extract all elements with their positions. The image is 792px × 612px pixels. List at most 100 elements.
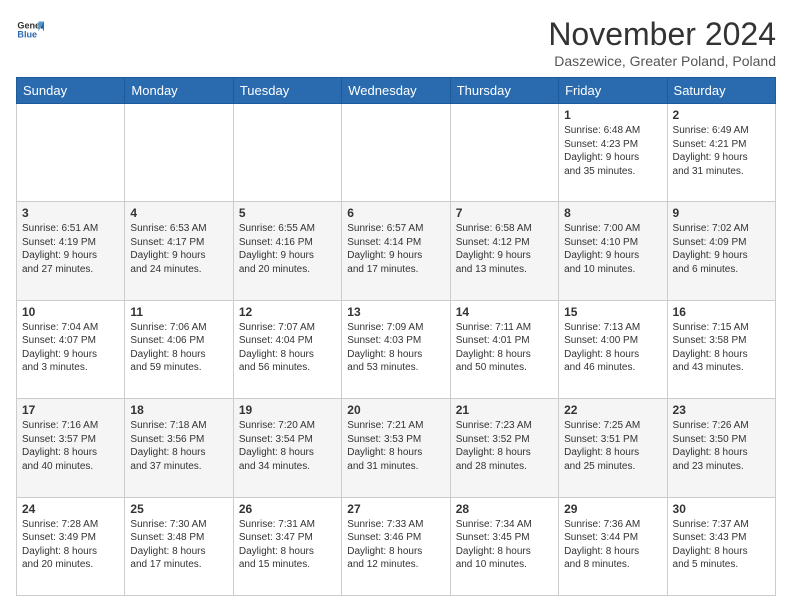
weekday-header: Friday bbox=[559, 78, 667, 104]
day-number: 20 bbox=[347, 403, 444, 417]
day-number: 2 bbox=[673, 108, 770, 122]
weekday-header: Sunday bbox=[17, 78, 125, 104]
day-info: Sunrise: 6:53 AMSunset: 4:17 PMDaylight:… bbox=[130, 222, 227, 276]
calendar-cell: 27 Sunrise: 7:33 AMSunset: 3:46 PMDayligh… bbox=[342, 497, 450, 595]
day-number: 27 bbox=[347, 502, 444, 516]
logo: General Blue bbox=[16, 16, 44, 44]
day-number: 7 bbox=[456, 206, 553, 220]
calendar-cell bbox=[233, 104, 341, 202]
calendar-cell: 29 Sunrise: 7:36 AMSunset: 3:44 PMDayligh… bbox=[559, 497, 667, 595]
day-info: Sunrise: 7:15 AMSunset: 3:58 PMDaylight:… bbox=[673, 321, 770, 375]
calendar-cell: 5Sunrise: 6:55 AMSunset: 4:16 PMDaylight… bbox=[233, 202, 341, 300]
day-info: Sunrise: 6:48 AMSunset: 4:23 PMDaylight:… bbox=[564, 124, 661, 178]
calendar-cell: 26 Sunrise: 7:31 AMSunset: 3:47 PMDayligh… bbox=[233, 497, 341, 595]
weekday-header: Monday bbox=[125, 78, 233, 104]
weekday-header: Thursday bbox=[450, 78, 558, 104]
day-number: 24 bbox=[22, 502, 119, 516]
day-number: 23 bbox=[673, 403, 770, 417]
day-number: 5 bbox=[239, 206, 336, 220]
day-info: Sunrise: 6:49 AMSunset: 4:21 PMDaylight:… bbox=[673, 124, 770, 178]
calendar-cell: 4 Sunrise: 6:53 AMSunset: 4:17 PMDaylight… bbox=[125, 202, 233, 300]
day-number: 12 bbox=[239, 305, 336, 319]
day-info: Sunrise: 7:26 AMSunset: 3:50 PMDaylight:… bbox=[673, 419, 770, 473]
day-number: 6 bbox=[347, 206, 444, 220]
calendar-cell: 23 Sunrise: 7:26 AMSunset: 3:50 PMDayligh… bbox=[667, 399, 775, 497]
day-number: 22 bbox=[564, 403, 661, 417]
calendar: SundayMondayTuesdayWednesdayThursdayFrid… bbox=[16, 77, 776, 596]
calendar-cell: 16 Sunrise: 7:15 AMSunset: 3:58 PMDayligh… bbox=[667, 300, 775, 398]
calendar-cell: 8 Sunrise: 7:00 AMSunset: 4:10 PMDaylight… bbox=[559, 202, 667, 300]
day-number: 29 bbox=[564, 502, 661, 516]
calendar-cell: 14 Sunrise: 7:11 AMSunset: 4:01 PMDayligh… bbox=[450, 300, 558, 398]
calendar-cell: 21Sunrise: 7:23 AMSunset: 3:52 PMDayligh… bbox=[450, 399, 558, 497]
calendar-cell: 30 Sunrise: 7:37 AMSunset: 3:43 PMDayligh… bbox=[667, 497, 775, 595]
calendar-cell: 11Sunrise: 7:06 AMSunset: 4:06 PMDayligh… bbox=[125, 300, 233, 398]
day-info: Sunrise: 7:18 AMSunset: 3:56 PMDaylight:… bbox=[130, 419, 227, 473]
calendar-cell: 17 Sunrise: 7:16 AMSunset: 3:57 PMDayligh… bbox=[17, 399, 125, 497]
day-number: 15 bbox=[564, 305, 661, 319]
calendar-cell bbox=[125, 104, 233, 202]
calendar-cell bbox=[450, 104, 558, 202]
day-info: Sunrise: 7:34 AMSunset: 3:45 PMDaylight:… bbox=[456, 518, 553, 572]
day-number: 10 bbox=[22, 305, 119, 319]
title-section: November 2024 Daszewice, Greater Poland,… bbox=[548, 16, 776, 69]
day-number: 28 bbox=[456, 502, 553, 516]
calendar-cell: 10 Sunrise: 7:04 AMSunset: 4:07 PMDayligh… bbox=[17, 300, 125, 398]
day-number: 16 bbox=[673, 305, 770, 319]
day-number: 30 bbox=[673, 502, 770, 516]
svg-text:Blue: Blue bbox=[17, 30, 37, 40]
day-info: Sunrise: 7:11 AMSunset: 4:01 PMDaylight:… bbox=[456, 321, 553, 375]
day-number: 1 bbox=[564, 108, 661, 122]
calendar-cell: 3Sunrise: 6:51 AMSunset: 4:19 PMDaylight… bbox=[17, 202, 125, 300]
calendar-cell: 24 Sunrise: 7:28 AMSunset: 3:49 PMDayligh… bbox=[17, 497, 125, 595]
calendar-cell: 28 Sunrise: 7:34 AMSunset: 3:45 PMDayligh… bbox=[450, 497, 558, 595]
calendar-cell: 6 Sunrise: 6:57 AMSunset: 4:14 PMDaylight… bbox=[342, 202, 450, 300]
calendar-cell: 18 Sunrise: 7:18 AMSunset: 3:56 PMDayligh… bbox=[125, 399, 233, 497]
calendar-cell: 2 Sunrise: 6:49 AMSunset: 4:21 PMDaylight… bbox=[667, 104, 775, 202]
day-info: Sunrise: 7:16 AMSunset: 3:57 PMDaylight:… bbox=[22, 419, 119, 473]
calendar-cell: 25Sunrise: 7:30 AMSunset: 3:48 PMDayligh… bbox=[125, 497, 233, 595]
day-number: 26 bbox=[239, 502, 336, 516]
day-info: Sunrise: 7:31 AMSunset: 3:47 PMDaylight:… bbox=[239, 518, 336, 572]
day-info: Sunrise: 7:00 AMSunset: 4:10 PMDaylight:… bbox=[564, 222, 661, 276]
day-number: 3 bbox=[22, 206, 119, 220]
month-title: November 2024 bbox=[548, 16, 776, 53]
day-info: Sunrise: 7:21 AMSunset: 3:53 PMDaylight:… bbox=[347, 419, 444, 473]
calendar-cell bbox=[342, 104, 450, 202]
calendar-cell: 7 Sunrise: 6:58 AMSunset: 4:12 PMDaylight… bbox=[450, 202, 558, 300]
day-info: Sunrise: 7:04 AMSunset: 4:07 PMDaylight:… bbox=[22, 321, 119, 375]
day-number: 18 bbox=[130, 403, 227, 417]
calendar-cell: 13 Sunrise: 7:09 AMSunset: 4:03 PMDayligh… bbox=[342, 300, 450, 398]
day-info: Sunrise: 7:02 AMSunset: 4:09 PMDaylight:… bbox=[673, 222, 770, 276]
day-info: Sunrise: 7:23 AMSunset: 3:52 PMDaylight:… bbox=[456, 419, 553, 473]
day-number: 4 bbox=[130, 206, 227, 220]
day-info: Sunrise: 7:07 AMSunset: 4:04 PMDaylight:… bbox=[239, 321, 336, 375]
day-info: Sunrise: 7:09 AMSunset: 4:03 PMDaylight:… bbox=[347, 321, 444, 375]
calendar-cell bbox=[17, 104, 125, 202]
day-info: Sunrise: 7:13 AMSunset: 4:00 PMDaylight:… bbox=[564, 321, 661, 375]
day-info: Sunrise: 7:37 AMSunset: 3:43 PMDaylight:… bbox=[673, 518, 770, 572]
weekday-header: Tuesday bbox=[233, 78, 341, 104]
calendar-cell: 19 Sunrise: 7:20 AMSunset: 3:54 PMDayligh… bbox=[233, 399, 341, 497]
page: General Blue November 2024 Daszewice, Gr… bbox=[0, 0, 792, 612]
day-info: Sunrise: 7:25 AMSunset: 3:51 PMDaylight:… bbox=[564, 419, 661, 473]
day-info: Sunrise: 6:58 AMSunset: 4:12 PMDaylight:… bbox=[456, 222, 553, 276]
day-number: 8 bbox=[564, 206, 661, 220]
day-number: 9 bbox=[673, 206, 770, 220]
day-info: Sunrise: 7:33 AMSunset: 3:46 PMDaylight:… bbox=[347, 518, 444, 572]
day-info: Sunrise: 7:36 AMSunset: 3:44 PMDaylight:… bbox=[564, 518, 661, 572]
calendar-cell: 1 Sunrise: 6:48 AMSunset: 4:23 PMDaylight… bbox=[559, 104, 667, 202]
day-info: Sunrise: 7:20 AMSunset: 3:54 PMDaylight:… bbox=[239, 419, 336, 473]
weekday-header: Wednesday bbox=[342, 78, 450, 104]
calendar-cell: 22 Sunrise: 7:25 AMSunset: 3:51 PMDayligh… bbox=[559, 399, 667, 497]
calendar-cell: 12 Sunrise: 7:07 AMSunset: 4:04 PMDayligh… bbox=[233, 300, 341, 398]
day-number: 13 bbox=[347, 305, 444, 319]
day-info: Sunrise: 7:28 AMSunset: 3:49 PMDaylight:… bbox=[22, 518, 119, 572]
day-number: 19 bbox=[239, 403, 336, 417]
day-number: 17 bbox=[22, 403, 119, 417]
location: Daszewice, Greater Poland, Poland bbox=[548, 53, 776, 69]
calendar-cell: 20 Sunrise: 7:21 AMSunset: 3:53 PMDayligh… bbox=[342, 399, 450, 497]
day-info: Sunrise: 6:57 AMSunset: 4:14 PMDaylight:… bbox=[347, 222, 444, 276]
day-number: 14 bbox=[456, 305, 553, 319]
calendar-cell: 15 Sunrise: 7:13 AMSunset: 4:00 PMDayligh… bbox=[559, 300, 667, 398]
